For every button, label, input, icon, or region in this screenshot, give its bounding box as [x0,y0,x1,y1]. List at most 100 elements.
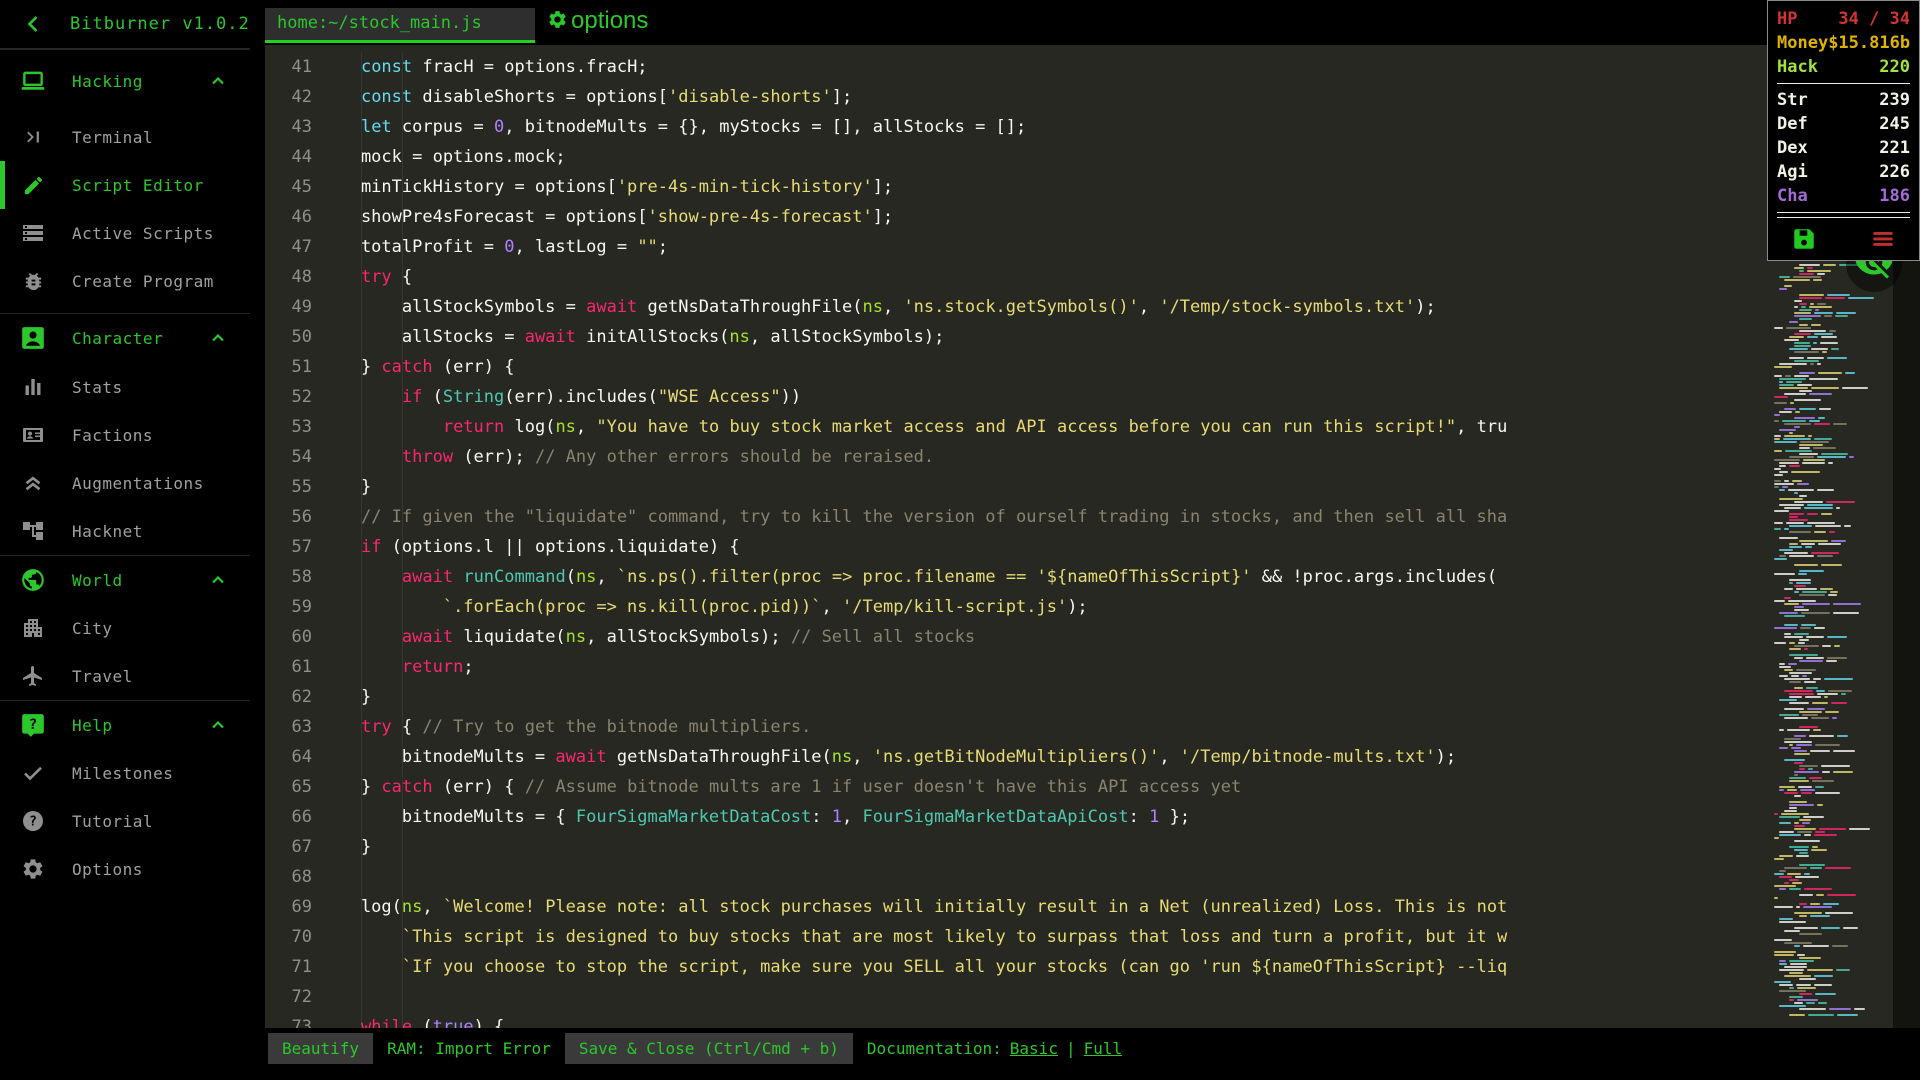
sidebar-label: Factions [72,425,154,445]
line-number: 65 [291,777,312,797]
sidebar-divider [0,49,250,50]
code-line: 63 try { // Try to get the bitnode multi… [265,712,1920,742]
code-text: showPre4sForecast = options['show-pre-4s… [320,207,894,227]
sidebar-item-create-program[interactable]: Create Program [0,257,250,305]
tree-icon [18,519,48,543]
line-number: 55 [291,477,312,497]
code-text: } [320,687,372,707]
sidebar: Bitburner v1.0.2 Hacking Terminal Script E… [0,0,250,1080]
code-line: 44 mock = options.mock; [265,142,1920,172]
beautify-button[interactable]: Beautify [268,1033,374,1064]
stat-row-hack: Hack 220 [1777,55,1910,79]
sidebar-item-factions[interactable]: Factions [0,411,250,459]
bitburner-app: Bitburner v1.0.2 Hacking Terminal Script E… [0,0,1920,1080]
code-lines: 41 const fracH = options.fracH; 42 const … [265,52,1920,1028]
city-icon [18,616,48,640]
plane-icon [18,664,48,688]
line-number: 59 [291,597,312,617]
app-title: Bitburner v1.0.2 [70,14,250,34]
code-text: } catch (err) { [320,357,515,377]
code-text: const fracH = options.fracH; [360,57,648,77]
code-text: `This script is designed to buy stocks t… [401,927,1508,947]
ram-status: RAM: Import Error [387,1039,551,1058]
editor-options-button[interactable]: options [547,7,648,35]
code-line: 59 `.forEach(proc => ns.kill(proc.pid))`… [265,592,1920,622]
code-text: let corpus = 0, bitnodeMults = {}, mySto… [360,117,1027,137]
tab-stock-main-js[interactable]: home:~/stock_main.js [265,8,535,43]
code-line: 62 } [265,682,1920,712]
line-number: 41 [291,57,312,77]
code-editor[interactable]: 41 const fracH = options.fracH; 42 const … [265,45,1920,1028]
chevron-up-icon [208,570,228,594]
divider [1777,217,1910,218]
line-number: 60 [291,627,312,647]
line-number: 69 [291,897,312,917]
line-number: 47 [291,237,312,257]
code-text: if (options.l || options.liquidate) { [360,537,740,557]
storage-icon [18,221,48,245]
code-text: allStocks = await initAllStocks(ns, allS… [320,327,945,347]
sidebar-item-travel[interactable]: Travel [0,652,250,700]
character-stats-overlay: HP 34 / 34 Money $15.816b Hack 220 Str 239 Def 24… [1767,0,1920,261]
code-line: 43 let corpus = 0, bitnodeMults = {}, my… [265,112,1920,142]
sidebar-item-active-scripts[interactable]: Active Scripts [0,209,250,257]
line-number: 54 [291,447,312,467]
sidebar-item-augmentations[interactable]: Augmentations [0,459,250,507]
chevron-up-icon [208,71,228,95]
back-chevron-icon[interactable] [22,11,48,37]
sidebar-item-script-editor[interactable]: Script Editor [0,161,250,209]
save-close-button[interactable]: Save & Close (Ctrl/Cmd + b) [564,1033,853,1064]
line-number: 49 [291,297,312,317]
code-text: } catch (err) { // Assume bitnode mults … [320,777,1242,797]
sidebar-item-stats[interactable]: Stats [0,363,250,411]
sidebar-item-hacknet[interactable]: Hacknet [0,507,250,555]
stat-label: Agi [1777,162,1808,182]
divider [1777,212,1910,213]
sidebar-item-city[interactable]: City [0,604,250,652]
line-number: 57 [291,537,312,557]
sidebar-item-tutorial[interactable]: ? Tutorial [0,797,250,845]
code-text: allStockSymbols = await getNsDataThrough… [320,297,1436,317]
chevron-up-icon [208,715,228,739]
code-line: 42 const disableShorts = options['disabl… [265,82,1920,112]
code-line: 41 const fracH = options.fracH; [265,52,1920,82]
line-number: 51 [291,357,312,377]
code-text: `If you choose to stop the script, make … [401,957,1508,977]
stat-row-money: Money $15.816b [1777,31,1910,55]
code-text: return; [401,657,474,677]
sidebar-label: Augmentations [72,473,204,493]
code-line: 60 await liquidate(ns, allStockSymbols);… [265,622,1920,652]
sidebar-label: World [72,570,123,590]
globe-icon [18,567,48,593]
code-line: 61 return; [265,652,1920,682]
stat-row-hp: HP 34 / 34 [1777,7,1910,31]
sidebar-section-hacking[interactable]: Hacking [0,57,250,105]
save-game-button[interactable] [1791,226,1817,252]
line-number: 58 [291,567,312,587]
doc-basic-link[interactable]: Basic [1010,1039,1058,1058]
sidebar-item-terminal[interactable]: Terminal [0,113,250,161]
sidebar-item-options[interactable]: Options [0,845,250,893]
line-number: 42 [291,87,312,107]
stat-value: 245 [1879,114,1910,134]
last-page-icon [18,126,48,148]
svg-text:?: ? [29,815,37,830]
stat-label: Hack [1777,57,1818,77]
code-text: await liquidate(ns, allStockSymbols); //… [401,627,976,647]
line-number: 43 [291,117,312,137]
doc-full-link[interactable]: Full [1084,1039,1123,1058]
line-number: 66 [291,807,312,827]
sidebar-item-milestones[interactable]: Milestones [0,749,250,797]
chevron-up-icon [208,328,228,352]
stat-value: 34 / 34 [1838,9,1910,29]
sidebar-section-character[interactable]: Character [0,314,250,362]
code-line: 56 // If given the "liquidate" command, … [265,502,1920,532]
sidebar-section-world[interactable]: World [0,556,250,604]
overlay-menu-button[interactable] [1870,226,1896,252]
line-number: 52 [291,387,312,407]
code-text: bitnodeMults = { FourSigmaMarketDataCost… [320,807,1191,827]
svg-text:?: ? [29,717,37,733]
sidebar-section-help[interactable]: ? Help [0,701,250,749]
stat-label: Dex [1777,138,1808,158]
code-line: 69 log(ns, `Welcome! Please note: all st… [265,892,1920,922]
